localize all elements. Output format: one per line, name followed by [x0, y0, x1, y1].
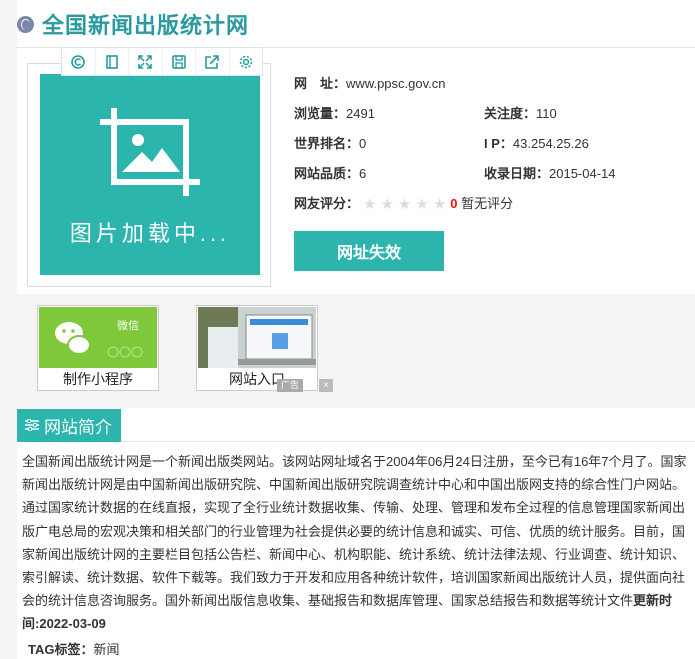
laptop-photo-icon: [198, 307, 316, 368]
url-row: 网 址：www.ppsc.gov.cn: [294, 73, 445, 92]
intro-body: 全国新闻出版统计网是一个新闻出版类网站。该网站网址域名于2004年06月24日注…: [22, 450, 690, 636]
rank-label: 世界排名：: [294, 136, 360, 151]
quality-label: 网站品质：: [294, 166, 360, 181]
rating-value: 0: [450, 196, 458, 211]
url-label: 网 址：: [294, 76, 347, 91]
ip-row: I P：43.254.25.26: [484, 133, 589, 152]
star-icon[interactable]: ★: [433, 197, 446, 212]
rank-value: 0: [359, 136, 367, 151]
intro-body-text: 全国新闻出版统计网是一个新闻出版类网站。该网站网址域名于2004年06月24日注…: [22, 454, 687, 609]
image-toolbar: [61, 47, 263, 76]
star-icon[interactable]: ★: [415, 197, 428, 212]
ip-value: 43.254.25.26: [512, 136, 589, 151]
ad-badge: 广告: [277, 379, 304, 392]
image-placeholder-icon: [100, 108, 200, 196]
date-value: 2015-04-14: [549, 166, 616, 181]
follow-value: 110: [536, 106, 557, 121]
star-icon[interactable]: ★: [363, 197, 376, 212]
views-label: 浏览量：: [294, 106, 347, 121]
date-row: 收录日期：2015-04-14: [484, 163, 616, 182]
close-icon[interactable]: ×: [319, 379, 333, 392]
site-thumbnail[interactable]: 图片加载中...: [40, 74, 260, 275]
intro-heading-text: 网站简介: [44, 418, 112, 437]
ad-miniprogram[interactable]: 微信 制作小程序: [37, 305, 159, 391]
rating-stars: ★ ★ ★ ★ ★: [363, 197, 446, 212]
follow-label: 关注度：: [484, 106, 537, 121]
views-value: 2491: [346, 106, 375, 121]
rating-row: 网友评分： ★ ★ ★ ★ ★ 0 暂无评分: [294, 193, 513, 212]
title-row: 全国新闻出版统计网: [17, 8, 249, 40]
globe-icon: [17, 15, 34, 33]
wechat-icon: [39, 307, 157, 368]
intro-heading: 网站简介: [17, 409, 121, 442]
share-icon[interactable]: [196, 48, 230, 75]
rating-label: 网友评分：: [294, 196, 360, 211]
ad-image: [198, 307, 316, 368]
settings-icon[interactable]: [230, 48, 263, 75]
rating-text: 暂无评分: [461, 196, 514, 211]
sliders-icon: [25, 418, 39, 434]
invalid-url-button[interactable]: 网址失效: [294, 231, 444, 271]
fullscreen-icon[interactable]: [129, 48, 163, 75]
page-title: 全国新闻出版统计网: [42, 13, 250, 38]
save-icon[interactable]: [163, 48, 196, 75]
tag-row: TAG标签：新闻: [28, 639, 120, 658]
tag-value[interactable]: 新闻: [93, 642, 119, 657]
quality-row: 网站品质：6: [294, 163, 366, 182]
ip-label: I P：: [484, 136, 513, 151]
ad-label: 制作小程序: [63, 371, 133, 387]
divider: [121, 441, 695, 442]
views-row: 浏览量：2491: [294, 103, 375, 122]
date-label: 收录日期：: [484, 166, 550, 181]
bookmark-icon[interactable]: [96, 48, 129, 75]
tag-label: TAG标签：: [28, 642, 94, 657]
rank-row: 世界排名：0: [294, 133, 366, 152]
follow-row: 关注度：110: [484, 103, 557, 122]
star-icon[interactable]: ★: [398, 197, 411, 212]
star-icon[interactable]: ★: [380, 197, 393, 212]
copy-icon[interactable]: [62, 48, 96, 75]
ad-image-text: 微信: [117, 320, 139, 332]
ad-image: 微信: [39, 307, 157, 368]
updated-value: 2022-03-09: [39, 616, 106, 632]
quality-value: 6: [359, 166, 367, 181]
loading-text: 图片加载中...: [69, 221, 231, 246]
url-value[interactable]: www.ppsc.gov.cn: [346, 76, 445, 91]
